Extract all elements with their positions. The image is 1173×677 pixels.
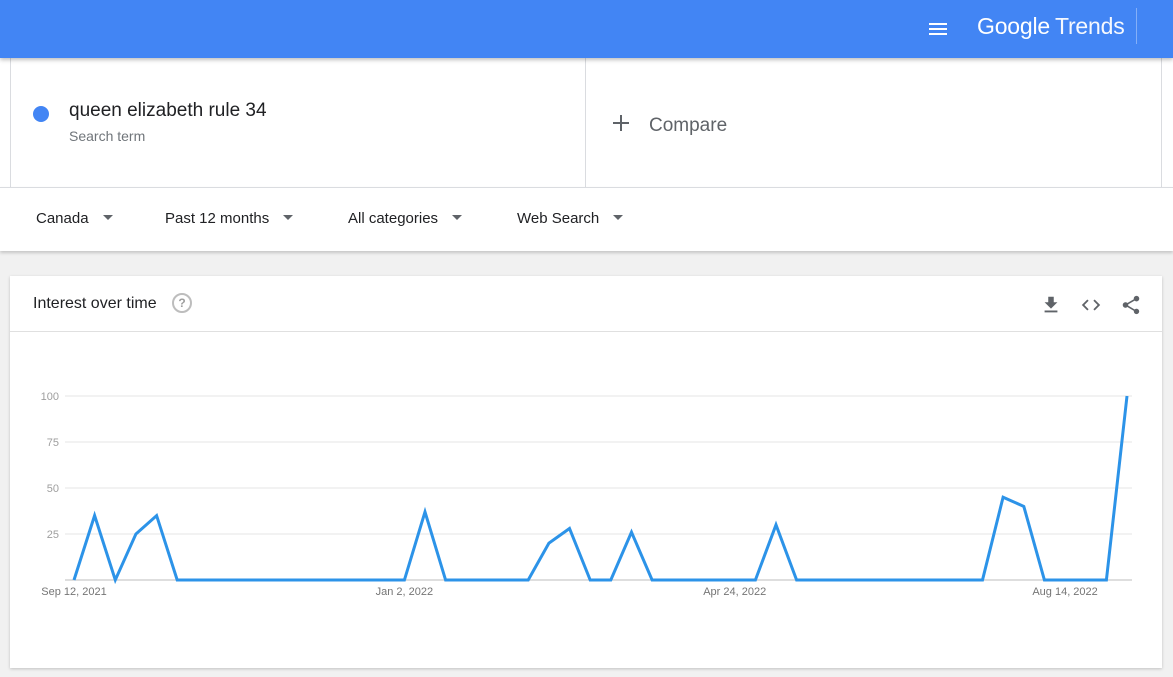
- dropdown-caret-icon: [102, 214, 113, 220]
- compare-label: Compare: [649, 115, 728, 136]
- filter-time-range[interactable]: Past 12 months: [165, 210, 294, 227]
- embed-code-icon[interactable]: [1080, 294, 1102, 316]
- x-tick-label: Sep 12, 2021: [41, 586, 106, 598]
- x-tick-label: Jan 2, 2022: [376, 586, 434, 598]
- brand-google: Google: [977, 13, 1050, 39]
- card-title: Interest over time: [33, 295, 157, 312]
- filter-time-range-label: Past 12 months: [165, 210, 270, 227]
- dropdown-caret-icon: [283, 214, 294, 220]
- dropdown-caret-icon: [452, 214, 463, 220]
- google-trends-logo[interactable]: Google Trends: [977, 13, 1125, 40]
- filter-search-type-label: Web Search: [517, 210, 600, 227]
- header-divider: [1136, 8, 1137, 44]
- interest-over-time-card: Interest over time ? 25 50 75 100 Sep 12, 20…: [10, 276, 1162, 668]
- plus-icon: [613, 115, 629, 131]
- term-color-dot: [33, 106, 49, 122]
- interest-line-chart: 25 50 75 100 Sep 12, 2021 Jan 2, 2022 Apr 24, …: [41, 391, 1132, 598]
- compare-button[interactable]: Compare: [586, 58, 1162, 187]
- y-tick-label: 100: [41, 391, 59, 403]
- brand-trends: Trends: [1054, 13, 1125, 39]
- filter-search-type[interactable]: Web Search: [517, 210, 624, 227]
- y-tick-label: 75: [47, 437, 59, 449]
- filter-category-label: All categories: [348, 210, 439, 227]
- x-tick-label: Apr 24, 2022: [703, 586, 766, 598]
- card-header: Interest over time ?: [10, 276, 1162, 332]
- dropdown-caret-icon: [613, 214, 624, 220]
- filter-bar: Canada Past 12 months All categories Web…: [0, 187, 1173, 251]
- app-header: Google Trends: [0, 0, 1173, 58]
- x-tick-label: Aug 14, 2022: [1032, 586, 1097, 598]
- filter-category[interactable]: All categories: [348, 210, 463, 227]
- help-icon[interactable]: ?: [172, 293, 192, 313]
- search-term-card[interactable]: queen elizabeth rule 34 Search term: [10, 58, 586, 187]
- filter-region-label: Canada: [36, 210, 89, 227]
- share-icon[interactable]: [1120, 294, 1142, 316]
- download-icon[interactable]: [1040, 294, 1062, 316]
- filter-region[interactable]: Canada: [36, 210, 113, 227]
- search-term-subtitle: Search term: [69, 128, 146, 144]
- hamburger-menu-icon[interactable]: [926, 17, 950, 41]
- search-term-title[interactable]: queen elizabeth rule 34: [69, 100, 267, 122]
- y-tick-label: 25: [47, 529, 59, 541]
- y-tick-label: 50: [47, 483, 59, 495]
